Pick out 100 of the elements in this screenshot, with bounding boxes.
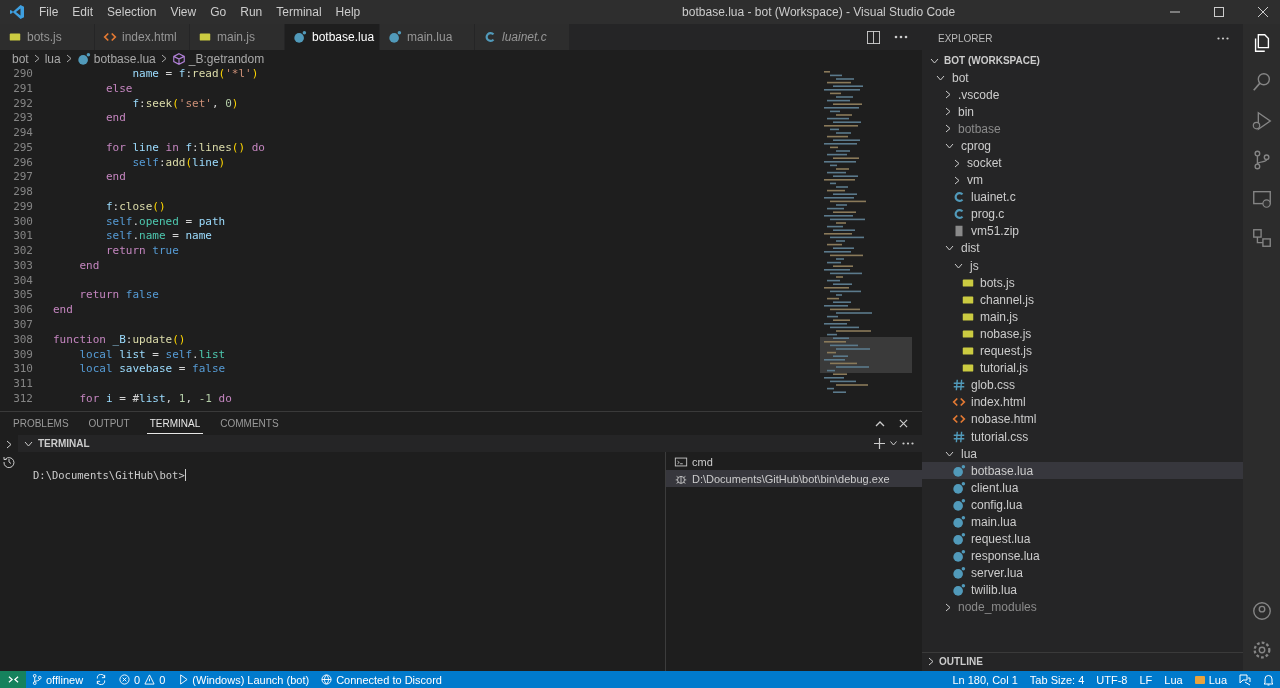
tree-item[interactable]: channel.js [922,291,1243,309]
status-item[interactable]: LF [1133,671,1159,688]
tree-item[interactable]: request.js [922,342,1243,360]
tree-item[interactable]: js [922,257,1243,275]
tree-item[interactable]: cprog [922,137,1243,155]
line-number: 303 [12,258,33,274]
branch-button[interactable]: offlinew [26,671,90,688]
menu-item[interactable]: File [32,5,66,19]
panel-tab[interactable]: PROBLEMS [10,413,72,434]
line-number: 307 [12,318,33,333]
tree-item[interactable]: .vscode [922,86,1243,104]
split-editor-icon[interactable] [867,30,880,44]
tree-item[interactable]: client.lua [922,479,1243,497]
tree-item[interactable]: response.lua [922,547,1243,565]
tree-item[interactable]: tutorial.css [922,427,1243,446]
tree-item[interactable]: nobase.js [922,325,1243,343]
line-number: 295 [12,140,33,156]
tree-item[interactable]: bin [922,103,1243,121]
tree-item[interactable]: request.lua [922,530,1243,548]
tree-item[interactable]: tutorial.js [922,359,1243,377]
menu-item[interactable]: Run [233,5,270,19]
tree-item[interactable]: server.lua [922,564,1243,582]
status-item[interactable]: UTF-8 [1090,671,1134,688]
chevron-right-icon [160,54,167,63]
c-file-icon [952,190,966,205]
breadcrumb-item[interactable]: botbase.lua [76,51,156,66]
launch-button[interactable]: (Windows) Launch (bot) [171,671,316,688]
status-item[interactable]: Tab Size: 4 [1023,671,1091,688]
tree-item[interactable]: main.lua [922,513,1243,531]
tree-item[interactable]: index.html [922,393,1243,411]
line-number: 311 [12,377,33,392]
tree-item[interactable]: config.lua [922,496,1243,514]
menu-item[interactable]: View [163,5,204,19]
terminal-list-item[interactable]: cmd [666,453,922,470]
breadcrumb-item[interactable]: _B:getrandom [171,51,265,66]
status-item[interactable]: Lua [1158,671,1189,688]
editor-tab[interactable]: main.js [190,24,285,50]
line-number: 312 [12,391,33,407]
tree-item[interactable]: dist [922,239,1243,258]
tree-item[interactable]: twilib.lua [922,581,1243,599]
panel-tab[interactable]: COMMENTS [217,413,282,434]
problems-button[interactable]: 0 0 [113,671,172,688]
editor-tab[interactable]: main.lua [380,24,475,50]
tree-item[interactable]: vm51.zip [922,222,1243,240]
tree-item[interactable]: socket [922,154,1243,172]
remote-button[interactable] [0,671,26,688]
close-icon[interactable] [899,419,908,428]
more-icon[interactable] [894,35,908,39]
line-number: 300 [12,214,33,230]
menu-item[interactable]: Go [203,5,234,19]
plus-icon[interactable] [874,438,885,449]
more-icon[interactable] [1217,36,1229,40]
chevron-up-icon[interactable] [875,420,885,427]
tree-item[interactable]: botbase.lua [922,462,1243,480]
maximize-icon[interactable] [1214,7,1224,17]
remote-explorer-icon[interactable] [1250,188,1273,210]
editor-tab[interactable]: index.html [95,24,190,50]
tree-item[interactable]: bot [922,69,1243,87]
tree-item[interactable]: vm [922,171,1243,189]
run-debug-icon[interactable] [1250,110,1273,132]
editor-tab[interactable]: botbase.lua [285,24,380,50]
menu-item[interactable]: Help [328,5,368,19]
line-number: 298 [12,185,33,200]
menu-item[interactable]: Terminal [269,5,329,19]
discord-status-button[interactable]: Connected to Discord [315,671,448,688]
panel-tab[interactable]: TERMINAL [146,413,204,434]
html-file-icon [103,30,117,44]
editor-tab[interactable]: luainet.c [475,24,570,50]
editor-tab[interactable]: bots.js [0,24,95,50]
close-icon[interactable] [1258,7,1268,17]
breadcrumb-item[interactable]: lua [44,51,61,66]
caret-icon[interactable] [890,441,897,446]
more-icon[interactable] [902,442,914,445]
extensions-icon[interactable] [1250,227,1273,249]
account-icon[interactable] [1250,600,1273,622]
breadcrumb-item[interactable]: bot [12,51,29,66]
chevron-down-icon[interactable] [24,440,33,447]
language-button[interactable]: Lua [1188,671,1233,688]
line-number: 309 [12,347,33,363]
tree-item[interactable]: node_modules [922,598,1243,616]
line-number: 293 [12,111,33,127]
workspace-header[interactable]: BOT (WORKSPACE) [922,52,1243,69]
chevron-right-icon[interactable] [6,440,12,449]
tree-item[interactable]: bots.js [922,274,1243,292]
tree-item[interactable]: nobase.html [922,410,1243,428]
terminal-list-item[interactable]: D:\Documents\GitHub\bot\bin\debug.exe [666,470,922,487]
tree-item[interactable]: botbase [922,120,1243,138]
tree-item[interactable]: luainet.c [922,188,1243,206]
panel-tab[interactable]: OUTPUT [85,413,133,434]
tree-item[interactable]: lua [922,445,1243,463]
history-icon[interactable] [3,456,15,468]
menu-item[interactable]: Selection [100,5,164,19]
tree-item[interactable]: glob.css [922,376,1243,394]
search-icon[interactable] [1250,71,1273,93]
tree-item[interactable]: prog.c [922,205,1243,223]
status-item[interactable]: Ln 180, Col 1 [946,671,1024,688]
tree-item[interactable]: main.js [922,308,1243,326]
line-number: 291 [12,81,33,97]
outline-header[interactable]: OUTLINE [922,652,1243,670]
menu-item[interactable]: Edit [65,5,101,19]
